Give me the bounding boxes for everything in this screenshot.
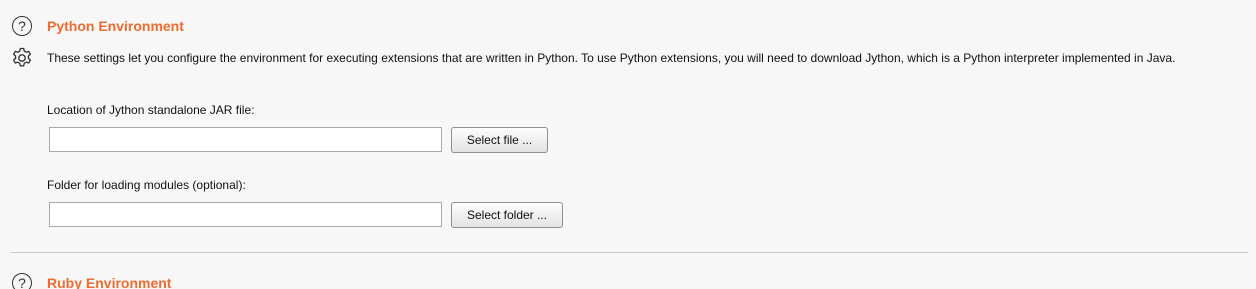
question-circle-icon[interactable]: ? [12, 16, 32, 36]
module-folder-input[interactable] [49, 202, 442, 227]
extensions-options-panel: ? Python Environment These settings let … [0, 0, 1256, 289]
select-folder-button[interactable]: Select folder ... [451, 202, 563, 228]
select-file-button[interactable]: Select file ... [451, 127, 548, 153]
module-folder-label: Folder for loading modules (optional): [47, 178, 246, 192]
section-divider [10, 252, 1248, 253]
ruby-environment-title: Ruby Environment [47, 275, 172, 289]
python-environment-title: Python Environment [47, 18, 184, 34]
jython-jar-path-input[interactable] [49, 127, 442, 152]
python-environment-description: These settings let you configure the env… [47, 51, 1176, 65]
gear-icon [12, 47, 32, 67]
question-circle-icon[interactable]: ? [12, 273, 32, 289]
jython-jar-label: Location of Jython standalone JAR file: [47, 103, 255, 117]
